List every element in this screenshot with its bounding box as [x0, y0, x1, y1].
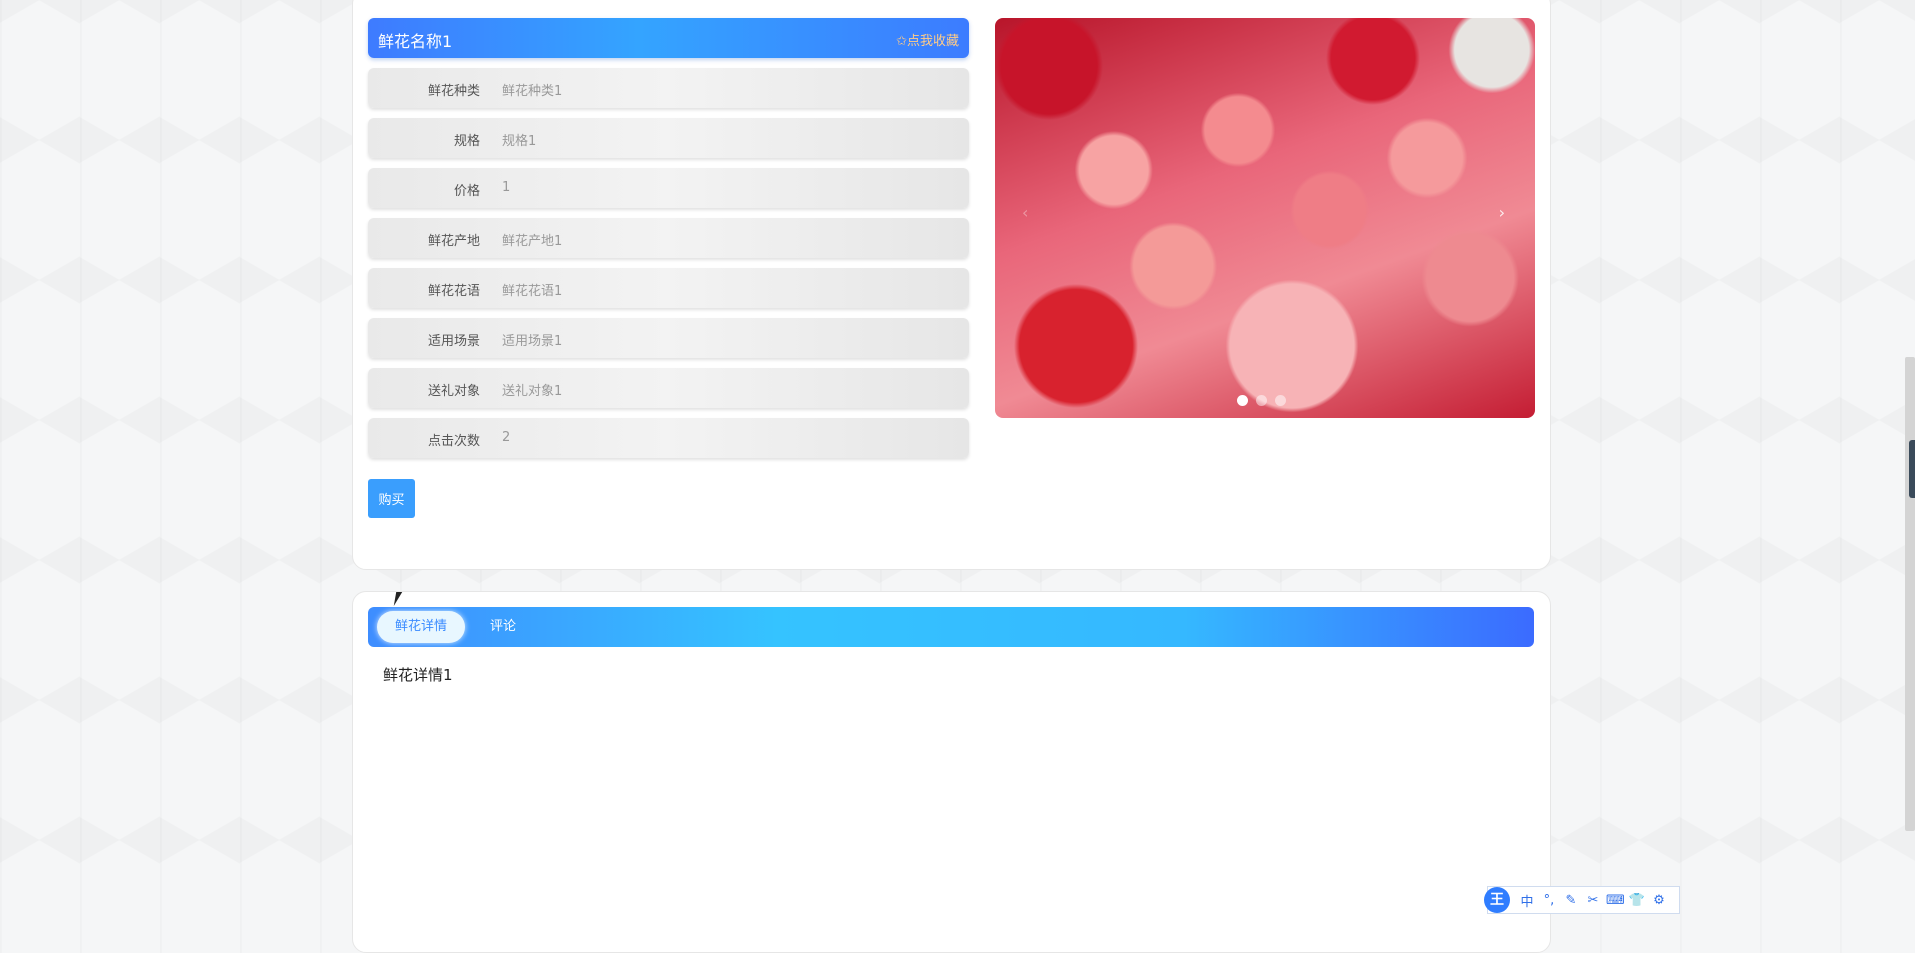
product-name: 鲜花名称1 [378, 32, 453, 51]
field-value: 适用场景1 [502, 334, 563, 349]
detail-card: 鲜花详情 评论 鲜花详情1 [352, 591, 1551, 953]
carousel-prev-icon[interactable]: ‹ [1022, 203, 1028, 222]
product-image-carousel[interactable]: ‹ › [995, 18, 1535, 418]
field-value: 送礼对象1 [502, 384, 563, 399]
field-label: 价格 [453, 184, 480, 199]
field-row-spec: 规格 规格1 [368, 118, 969, 158]
ime-keyboard-icon[interactable]: ⌨ [1606, 893, 1625, 908]
product-info-card: 鲜花名称1 ✩点我收藏 鲜花种类 鲜花种类1 规格 规格1 价格 1 鲜花产地 … [352, 0, 1551, 570]
field-label: 鲜花种类 [427, 84, 480, 99]
carousel-next-icon[interactable]: › [1499, 203, 1505, 222]
ime-punctuation-icon[interactable]: °, [1540, 893, 1558, 908]
field-row-flower-language: 鲜花花语 鲜花花语1 [368, 268, 969, 308]
product-title-bar: 鲜花名称1 ✩点我收藏 [368, 18, 969, 58]
ime-toolbar: 中 °, ✎ ✂ ⌨ 👕 ⚙ [1487, 886, 1680, 914]
field-row-occasion: 适用场景 适用场景1 [368, 318, 969, 358]
ime-logo-icon[interactable]: 王 [1484, 887, 1510, 913]
side-panel-handle[interactable] [1909, 440, 1915, 498]
field-row-origin: 鲜花产地 鲜花产地1 [368, 218, 969, 258]
field-row-price: 价格 1 [368, 168, 969, 208]
page-scrollbar[interactable] [1905, 357, 1915, 831]
field-label: 点击次数 [427, 434, 480, 449]
ime-pen-icon[interactable]: ✎ [1562, 893, 1580, 908]
field-row-category: 鲜花种类 鲜花种类1 [368, 68, 969, 108]
field-value: 鲜花花语1 [502, 284, 563, 299]
tab-flower-details[interactable]: 鲜花详情 [377, 611, 465, 643]
tab-comments[interactable]: 评论 [490, 611, 516, 643]
detail-content: 鲜花详情1 [383, 666, 453, 684]
field-value: 2 [502, 430, 511, 445]
carousel-dot[interactable] [1256, 395, 1267, 406]
carousel-dot[interactable] [1237, 395, 1248, 406]
field-label: 鲜花花语 [427, 284, 480, 299]
field-label: 规格 [453, 134, 480, 149]
ime-skin-icon[interactable]: 👕 [1628, 893, 1646, 908]
field-value: 鲜花产地1 [502, 234, 563, 249]
buy-button[interactable]: 购买 [368, 479, 415, 518]
ime-scissors-icon[interactable]: ✂ [1584, 893, 1602, 908]
field-label: 送礼对象 [427, 384, 480, 399]
favorite-button[interactable]: ✩点我收藏 [896, 30, 959, 49]
field-value: 鲜花种类1 [502, 84, 563, 99]
field-label: 适用场景 [427, 334, 480, 349]
field-value: 规格1 [502, 134, 537, 149]
field-row-click-count: 点击次数 2 [368, 418, 969, 458]
carousel-dot[interactable] [1275, 395, 1286, 406]
field-value: 1 [502, 180, 511, 195]
detail-tab-bar: 鲜花详情 评论 [368, 607, 1534, 647]
ime-settings-icon[interactable]: ⚙ [1650, 893, 1668, 908]
field-row-recipient: 送礼对象 送礼对象1 [368, 368, 969, 408]
ime-chinese-mode[interactable]: 中 [1518, 891, 1536, 910]
field-label: 鲜花产地 [427, 234, 480, 249]
carousel-indicators [1237, 395, 1286, 406]
